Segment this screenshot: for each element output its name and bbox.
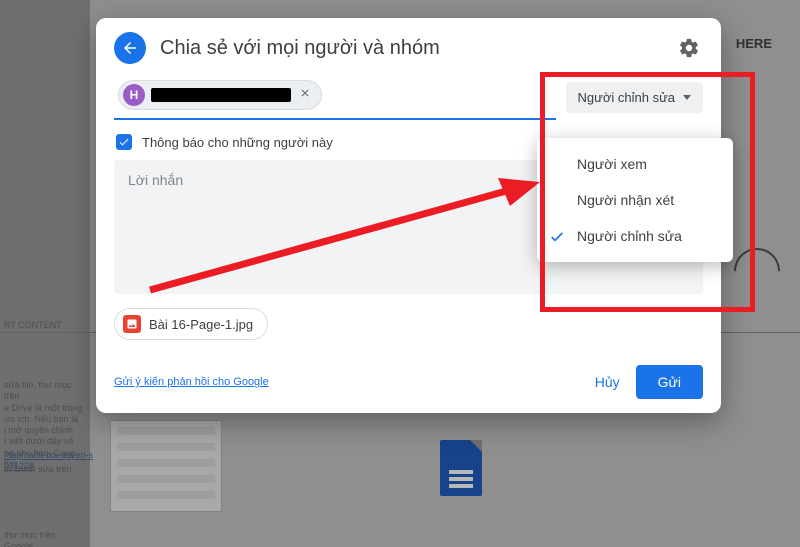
caret-down-icon	[683, 95, 691, 100]
dialog-title: Chia sẻ với mọi người và nhóm	[160, 37, 675, 60]
cancel-button[interactable]: Hủy	[579, 366, 636, 398]
avatar: H	[123, 84, 145, 106]
recipient-row: H Người chỉnh sửa	[114, 74, 703, 120]
perm-option-commenter[interactable]: Người nhận xét	[537, 182, 733, 218]
perm-option-viewer[interactable]: Người xem	[537, 146, 733, 182]
dialog-footer: Gửi ý kiến phản hồi cho Google Hủy Gửi	[114, 365, 703, 399]
image-file-icon	[123, 315, 141, 333]
message-placeholder: Lời nhắn	[128, 172, 183, 188]
perm-option-label: Người chỉnh sửa	[577, 228, 682, 244]
gear-icon	[678, 37, 700, 59]
feedback-link[interactable]: Gửi ý kiến phản hồi cho Google	[114, 376, 269, 388]
perm-option-label: Người xem	[577, 156, 647, 172]
back-button[interactable]	[114, 32, 146, 64]
dialog-header: Chia sẻ với mọi người và nhóm	[96, 18, 721, 74]
recipient-input[interactable]: H	[114, 74, 556, 120]
perm-option-editor[interactable]: Người chỉnh sửa	[537, 218, 733, 254]
permission-menu: Người xem Người nhận xét Người chỉnh sửa	[537, 138, 733, 262]
notify-label: Thông báo cho những người này	[142, 135, 333, 150]
perm-option-label: Người nhận xét	[577, 192, 674, 208]
recipient-name-redacted	[151, 88, 291, 102]
notify-checkbox[interactable]	[116, 134, 132, 150]
attachment-name: Bài 16-Page-1.jpg	[149, 317, 253, 332]
checkmark-icon	[549, 229, 565, 248]
attachment-chip[interactable]: Bài 16-Page-1.jpg	[114, 308, 268, 340]
check-icon	[118, 136, 130, 148]
settings-button[interactable]	[675, 34, 703, 62]
recipient-chip[interactable]: H	[118, 80, 322, 110]
share-dialog: Chia sẻ với mọi người và nhóm H Ng	[96, 18, 721, 413]
close-icon	[299, 87, 311, 99]
send-button[interactable]: Gửi	[636, 365, 703, 399]
permission-selected-label: Người chỉnh sửa	[578, 90, 675, 105]
arrow-left-icon	[121, 39, 139, 57]
permission-dropdown-button[interactable]: Người chỉnh sửa	[566, 82, 703, 113]
remove-chip-button[interactable]	[297, 86, 313, 104]
